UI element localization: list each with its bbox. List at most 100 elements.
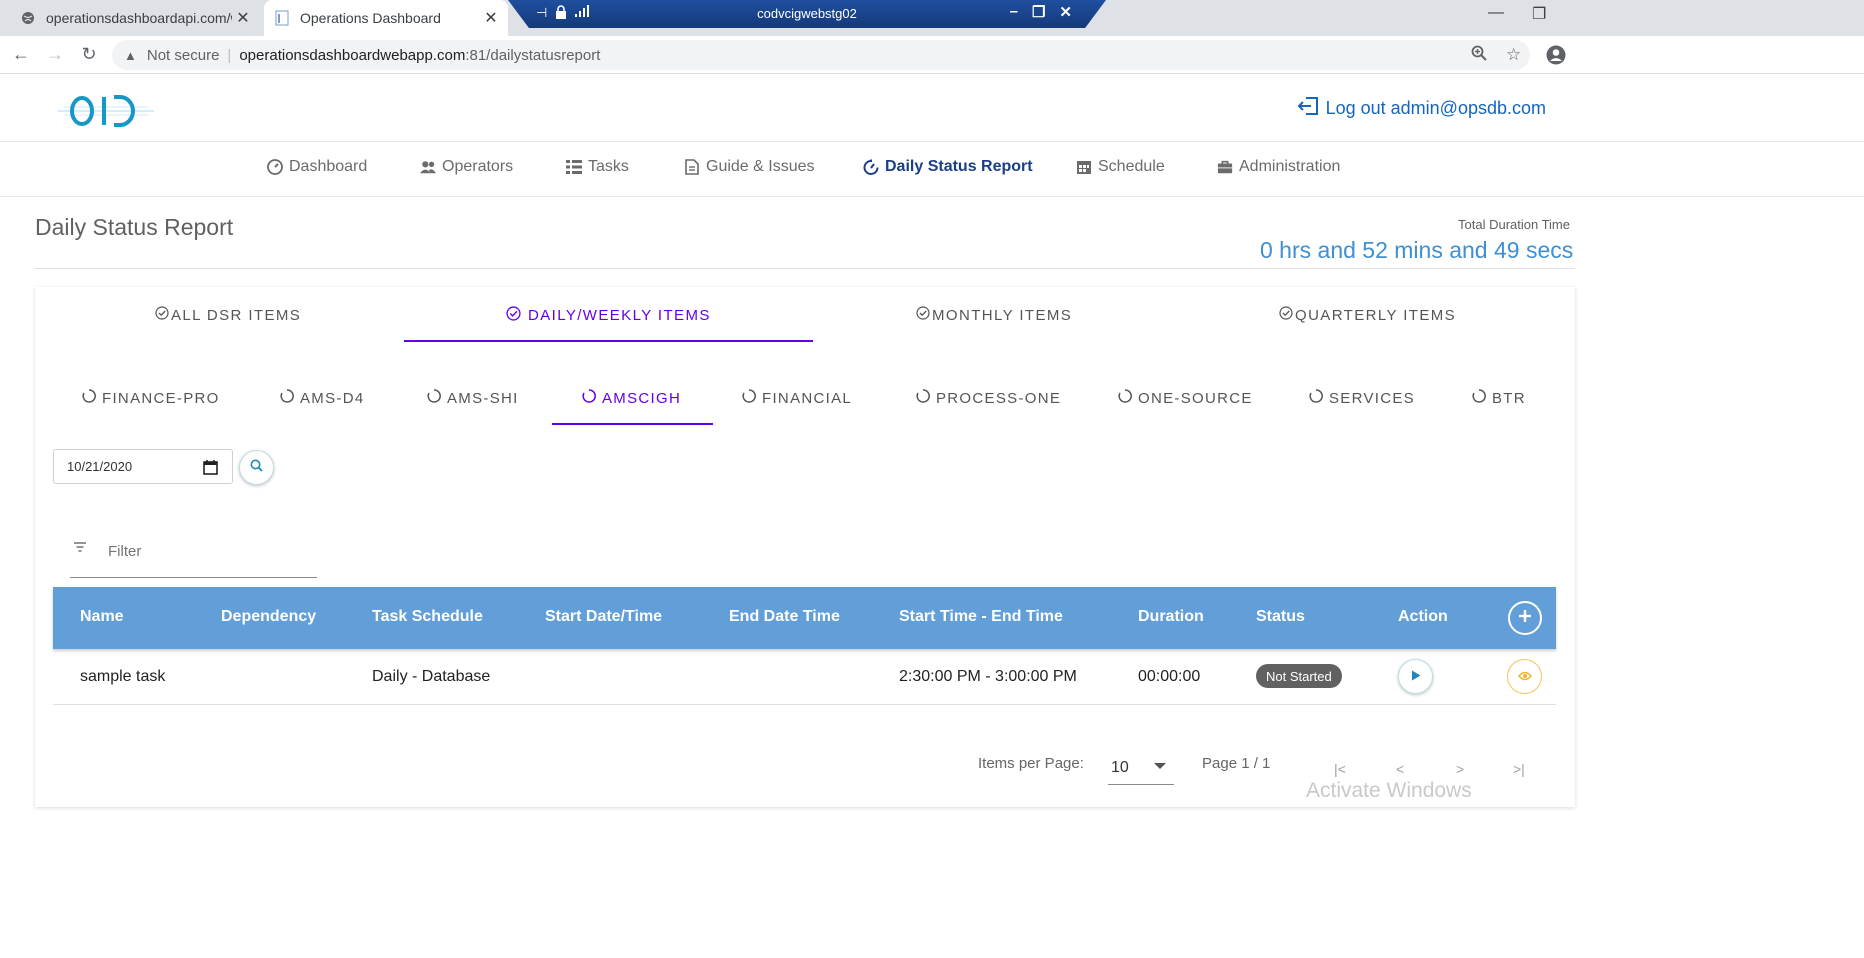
url-host: operationsdashboardwebapp.com <box>239 46 466 64</box>
search-button[interactable] <box>239 450 274 485</box>
first-page-icon[interactable]: |< <box>1334 761 1346 777</box>
nav-schedule[interactable]: Schedule <box>1076 158 1165 176</box>
bookmark-star-icon[interactable]: ☆ <box>1506 45 1521 65</box>
nav-guide-issues[interactable]: Guide & Issues <box>684 158 815 176</box>
cell-task-schedule: Daily - Database <box>372 668 491 685</box>
search-icon <box>250 459 263 477</box>
profile-icon[interactable] <box>1546 45 1566 70</box>
app-logo <box>58 92 154 130</box>
spinner-icon <box>742 389 756 407</box>
filter-field[interactable]: Filter <box>70 532 317 578</box>
view-task-button[interactable] <box>1507 659 1542 694</box>
address-bar-row: ← → ↻ ▲ Not secure | operationsdashboard… <box>0 36 1864 74</box>
items-per-page-label: Items per Page: <box>978 755 1084 772</box>
last-page-icon[interactable]: >| <box>1513 761 1525 777</box>
spinner-icon <box>82 389 96 407</box>
logout-link[interactable]: Log out admin@opsdb.com <box>1297 97 1546 120</box>
add-task-button[interactable] <box>1508 601 1542 635</box>
calendar-icon[interactable] <box>203 459 218 478</box>
logout-label: Log out admin@opsdb.com <box>1325 98 1546 118</box>
status-badge: Not Started <box>1256 664 1342 688</box>
tab-ams-d4[interactable]: AMS-D4 <box>280 389 364 407</box>
nav-dashboard[interactable]: Dashboard <box>267 158 367 176</box>
tab-process-one[interactable]: PROCESS-ONE <box>916 389 1061 407</box>
column-header-action: Action <box>1398 608 1448 625</box>
url-field[interactable]: ▲ Not secure | operationsdashboardwebapp… <box>112 40 1530 70</box>
nav-operators[interactable]: Operators <box>420 158 513 176</box>
divider <box>35 268 1575 269</box>
total-duration-label: Total Duration Time <box>1458 217 1570 232</box>
page-title: Daily Status Report <box>35 214 234 240</box>
tab-ams-shi[interactable]: AMS-SHI <box>427 389 519 407</box>
dashboard-icon <box>267 159 283 175</box>
browser-tab-operations-dashboard[interactable]: Operations Dashboard ✕ <box>264 0 508 36</box>
active-subtab-indicator <box>552 423 713 425</box>
tab-services[interactable]: SERVICES <box>1309 389 1415 407</box>
total-duration-value: 0 hrs and 52 mins and 49 secs <box>1260 237 1574 263</box>
column-header-dependency[interactable]: Dependency <box>221 608 316 626</box>
nav-daily-status-report[interactable]: Daily Status Report <box>863 158 1033 176</box>
reload-icon[interactable]: ↻ <box>77 44 101 65</box>
table-header: Name Dependency Task Schedule Start Date… <box>53 587 1556 649</box>
back-icon[interactable]: ← <box>9 44 33 65</box>
url-path: :81/dailystatusreport <box>465 46 601 64</box>
nav-tasks[interactable]: Tasks <box>566 158 629 176</box>
document-icon <box>684 159 700 175</box>
tab-quarterly-items[interactable]: QUARTERLY ITEMS <box>1279 306 1456 324</box>
column-header-name[interactable]: Name <box>80 608 124 626</box>
column-header-start-date-time[interactable]: Start Date/Time <box>545 608 662 626</box>
warning-icon: ▲ <box>124 47 137 63</box>
spinner-icon <box>427 389 441 407</box>
tab-financial[interactable]: FINANCIAL <box>742 389 852 407</box>
date-value: 10/21/2020 <box>67 459 133 474</box>
date-input[interactable]: 10/21/2020 <box>53 449 233 484</box>
spinner-icon <box>916 389 930 407</box>
filter-placeholder: Filter <box>108 543 142 560</box>
window-minimize-icon[interactable]: — <box>1488 4 1504 22</box>
tab-all-dsr-items[interactable]: ALL DSR ITEMS <box>155 306 301 324</box>
tab-one-source[interactable]: ONE-SOURCE <box>1118 389 1253 407</box>
previous-page-icon[interactable]: < <box>1396 761 1404 777</box>
browser-tab-api[interactable]: operationsdashboardapi.com/we ✕ <box>10 0 260 36</box>
minimize-icon[interactable]: – <box>1010 3 1018 21</box>
tab-btr[interactable]: BTR <box>1472 389 1526 407</box>
spinner-icon <box>280 389 294 407</box>
window-restore-icon[interactable]: ❐ <box>1532 4 1546 24</box>
tab-amscigh[interactable]: AMSCIGH <box>582 389 681 407</box>
zoom-icon[interactable] <box>1471 45 1487 66</box>
start-task-button[interactable] <box>1398 659 1433 694</box>
column-header-task-schedule[interactable]: Task Schedule <box>372 608 483 626</box>
browser-tab-strip: operationsdashboardapi.com/we ✕ Operatio… <box>0 0 1864 36</box>
cell-start-end-time: 2:30:00 PM - 3:00:00 PM <box>899 668 1077 685</box>
tab-monthly-items[interactable]: MONTHLY ITEMS <box>916 306 1072 324</box>
check-circle-icon <box>916 306 930 324</box>
security-label: Not secure <box>146 46 220 64</box>
close-icon[interactable]: ✕ <box>232 8 254 28</box>
nav-administration[interactable]: Administration <box>1217 158 1340 176</box>
close-icon[interactable]: ✕ <box>1059 3 1072 21</box>
tab-daily-weekly-items[interactable]: DAILY/WEEKLY ITEMS <box>506 306 711 325</box>
globe-icon <box>20 10 36 26</box>
column-header-start-end-time[interactable]: Start Time - End Time <box>899 608 1063 626</box>
check-circle-icon <box>155 306 169 324</box>
next-page-icon[interactable]: > <box>1456 761 1464 777</box>
page-icon <box>274 10 290 26</box>
calendar-icon <box>1076 159 1092 175</box>
column-header-end-date-time[interactable]: End Date Time <box>729 608 840 626</box>
items-per-page-select[interactable]: 10 <box>1108 752 1174 785</box>
remote-desktop-bar: ⊣ codvcigwebstg02 – ❐ ✕ <box>508 0 1106 28</box>
main-nav: Dashboard Operators Tasks Guide & Issues… <box>0 141 1864 197</box>
forward-icon[interactable]: → <box>43 44 67 65</box>
tab-finance-pro[interactable]: FINANCE-PRO <box>82 389 220 407</box>
list-icon <box>566 159 582 175</box>
restore-icon[interactable]: ❐ <box>1032 3 1045 21</box>
column-header-duration[interactable]: Duration <box>1138 608 1204 626</box>
spinner-icon <box>1118 389 1132 407</box>
column-header-status[interactable]: Status <box>1256 608 1305 626</box>
close-icon[interactable]: ✕ <box>480 8 502 28</box>
plus-icon <box>1518 609 1532 628</box>
spinner-icon <box>582 389 596 407</box>
play-icon <box>1411 668 1421 686</box>
active-tab-indicator <box>404 340 813 342</box>
briefcase-icon <box>1217 159 1233 175</box>
